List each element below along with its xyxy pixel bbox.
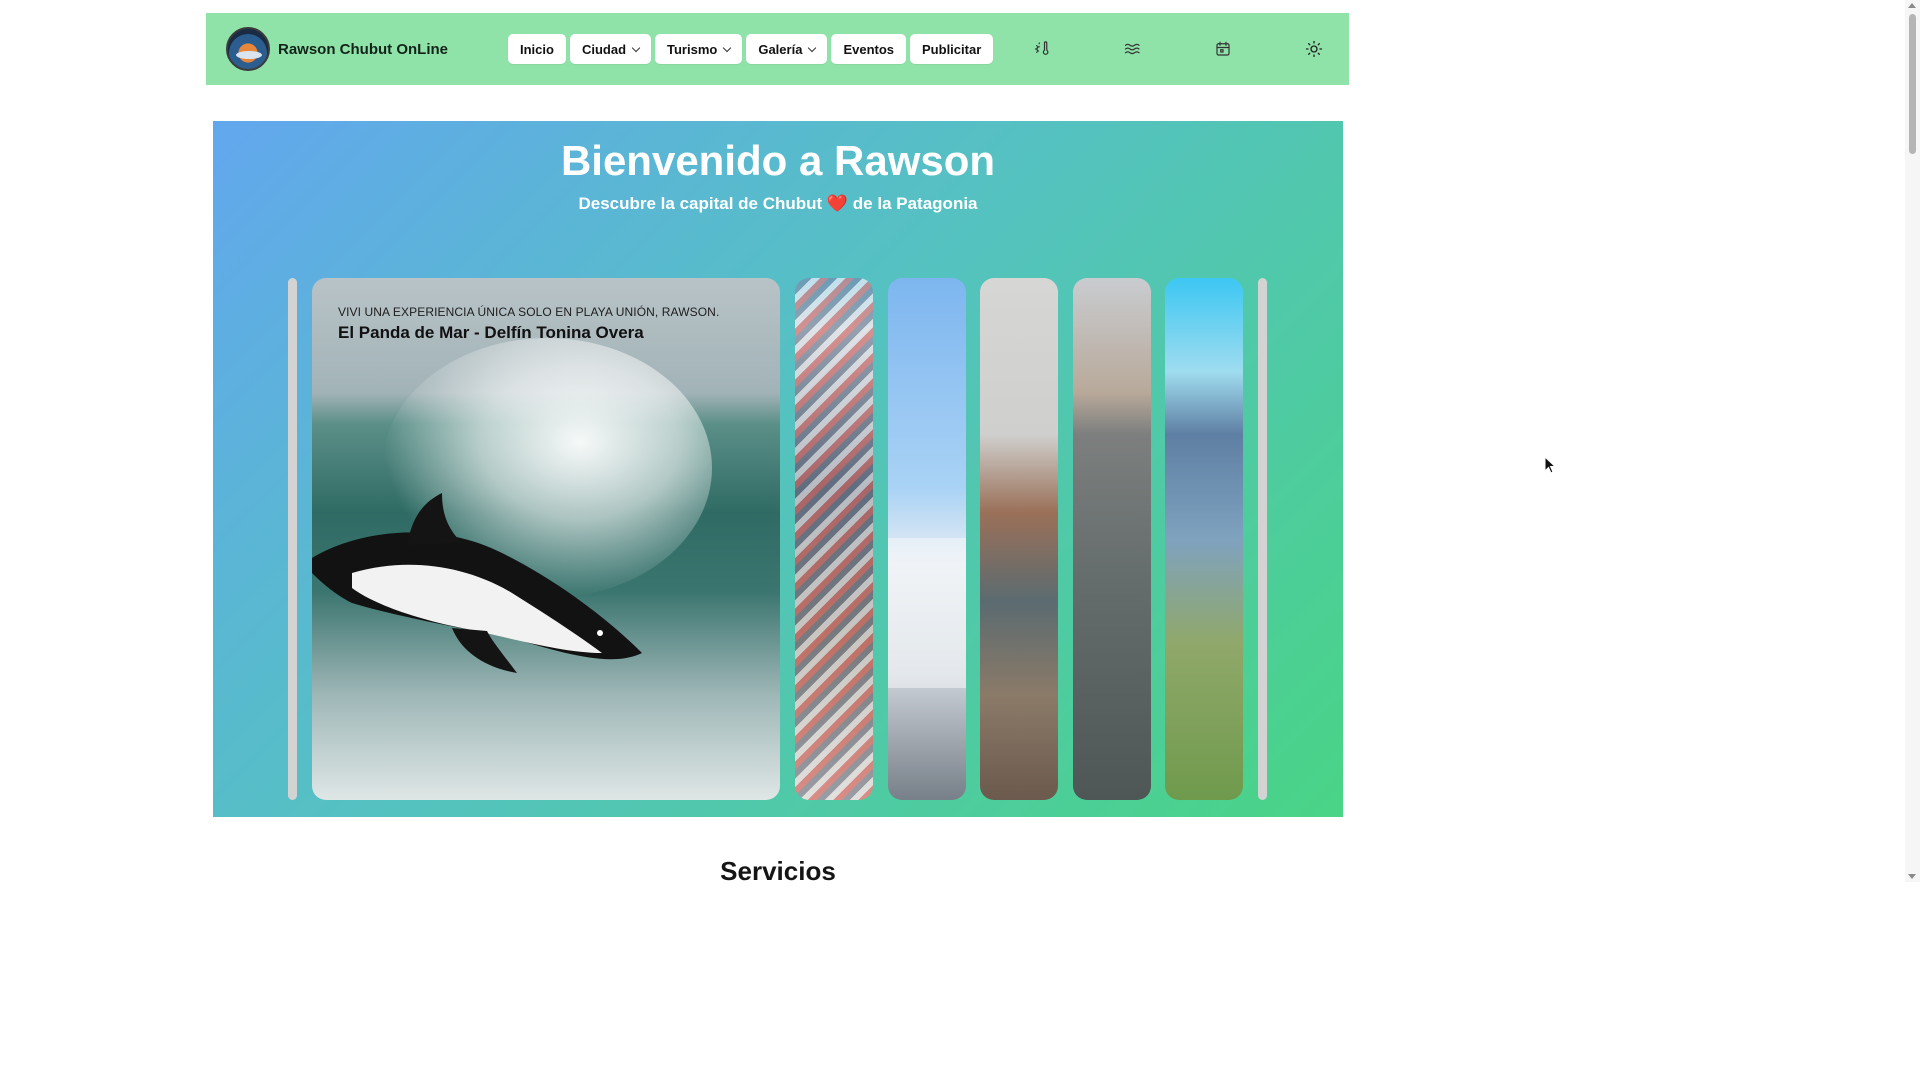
slide-thumb-sea-lion-boats[interactable]: [980, 278, 1058, 800]
featured-slide-card[interactable]: VIVI UNA EXPERIENCIA ÚNICA SOLO EN PLAYA…: [312, 278, 780, 800]
nav-label: Publicitar: [922, 41, 982, 57]
weather-icon[interactable]: [1033, 39, 1053, 59]
nav-ciudad-button[interactable]: Ciudad: [569, 34, 652, 64]
site-logo: [226, 27, 270, 71]
carousel-next-rail[interactable]: [1258, 278, 1267, 800]
slide-thumb-river-mouth[interactable]: [1073, 278, 1151, 800]
slide-kicker: VIVI UNA EXPERIENCIA ÚNICA SOLO EN PLAYA…: [338, 305, 720, 319]
slide-thumb-church[interactable]: [888, 278, 966, 800]
brand-name: Rawson Chubut OnLine: [278, 40, 448, 58]
slide-thumb-beach-crowd[interactable]: [795, 278, 873, 800]
carousel-prev-rail[interactable]: [288, 278, 297, 800]
scroll-thumb[interactable]: [1909, 14, 1916, 154]
hero-title: Bienvenido a Rawson: [560, 137, 996, 184]
mouse-cursor-icon: [1544, 456, 1557, 474]
chevron-down-icon: [631, 43, 641, 52]
nav-turismo-button[interactable]: Turismo: [655, 34, 743, 64]
chevron-down-icon: [723, 43, 732, 52]
church-building: [888, 538, 966, 688]
services-heading: Servicios: [720, 856, 836, 886]
scroll-up-icon[interactable]: [1908, 3, 1916, 8]
calendar-icon[interactable]: [1213, 39, 1233, 59]
theme-sun-icon[interactable]: [1304, 39, 1324, 59]
site-header: Rawson Chubut OnLine Inicio Ciudad Turis…: [206, 13, 1349, 85]
scroll-down-icon[interactable]: [1908, 874, 1916, 879]
nav-label: Ciudad: [581, 41, 627, 57]
nav-label: Galería: [758, 41, 803, 57]
nav-label: Eventos: [843, 41, 895, 57]
slide-thumb-beach-cars[interactable]: [1165, 278, 1243, 800]
nav-publicitar-button[interactable]: Publicitar: [910, 34, 994, 64]
slide-title: El Panda de Mar - Delfín Tonina Overa: [338, 323, 644, 342]
dolphin-image: [312, 493, 642, 673]
nav-galeria-button[interactable]: Galería: [746, 34, 828, 64]
page-scrollbar[interactable]: [1905, 0, 1920, 882]
nav-label: Inicio: [520, 41, 554, 57]
hero-subtitle: Descubre la capital de Chubut ❤️ de la P…: [578, 194, 978, 213]
brand-link[interactable]: Rawson Chubut OnLine: [226, 27, 448, 71]
chevron-down-icon: [808, 43, 817, 52]
nav-eventos-button[interactable]: Eventos: [831, 34, 907, 64]
nav-inicio-button[interactable]: Inicio: [508, 34, 566, 64]
hero-section: Bienvenido a Rawson Descubre la capital …: [213, 121, 1343, 817]
main-nav: Inicio Ciudad Turismo Galería Eventos Pu…: [508, 34, 994, 64]
tide-waves-icon[interactable]: [1123, 39, 1143, 59]
nav-label: Turismo: [667, 41, 718, 57]
